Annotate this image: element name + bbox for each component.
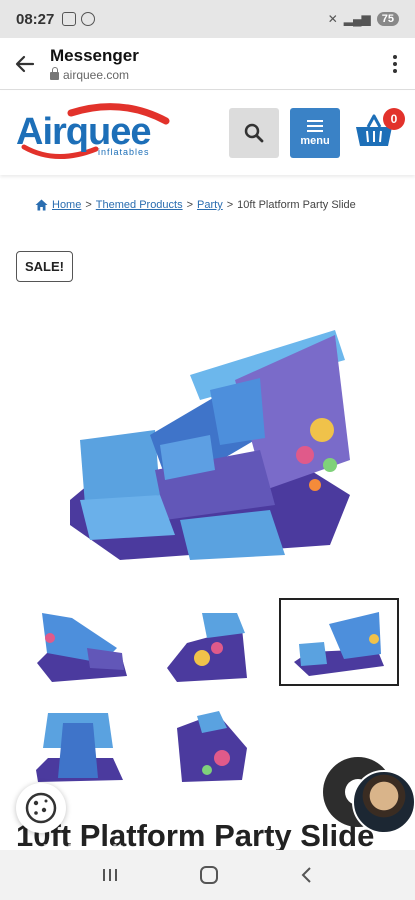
home-button-icon[interactable] — [199, 865, 219, 885]
recent-apps-icon[interactable] — [100, 867, 120, 883]
browser-app-bar: Messenger airquee.com — [0, 38, 415, 90]
signal-icon: ▂▄▆ — [343, 12, 371, 26]
lock-icon — [50, 67, 59, 80]
breadcrumb-separator: > — [186, 199, 194, 211]
system-icons: ✕ ▂▄▆ 75 — [328, 12, 399, 26]
menu-label: menu — [300, 134, 330, 147]
breadcrumb-home-link[interactable]: Home — [52, 199, 81, 211]
more-options-icon[interactable] — [375, 54, 415, 73]
status-time: 08:27 — [16, 10, 55, 28]
status-bar: 08:27 ✕ ▂▄▆ 75 — [0, 0, 415, 38]
mute-icon: ✕ — [327, 12, 338, 26]
hamburger-icon — [307, 119, 323, 132]
cart-count-badge: 0 — [383, 108, 405, 130]
cookie-icon — [25, 792, 57, 824]
product-thumbnail-4[interactable] — [18, 702, 138, 790]
home-icon — [35, 199, 48, 211]
browser-url-text: airquee.com — [63, 67, 130, 82]
search-button[interactable] — [229, 108, 279, 158]
browser-titles: Messenger airquee.com — [50, 46, 375, 82]
breadcrumb-separator: > — [85, 199, 92, 211]
site-header: Airquee inflatables menu 0 — [0, 91, 415, 175]
browser-url: airquee.com — [50, 67, 375, 82]
back-arrow-icon[interactable] — [0, 52, 50, 76]
cookie-settings-button[interactable] — [16, 783, 66, 833]
cart-button[interactable]: 0 — [354, 108, 405, 153]
main-product-image[interactable] — [60, 320, 360, 565]
product-thumbnail-5[interactable] — [147, 702, 267, 790]
menu-button[interactable]: menu — [290, 108, 340, 158]
notification-icons — [62, 12, 96, 26]
breadcrumb: Home > Themed Products > Party > 10ft Pl… — [35, 199, 356, 211]
android-nav-bar — [0, 850, 415, 900]
logo-tagline: inflatables — [98, 147, 150, 157]
breadcrumb-separator: > — [226, 199, 234, 211]
breadcrumb-current: 10ft Platform Party Slide — [237, 199, 356, 211]
product-thumbnail-2[interactable] — [147, 602, 267, 690]
browser-title: Messenger — [50, 45, 139, 65]
airquee-logo[interactable]: Airquee inflatables — [16, 103, 171, 161]
sale-badge: SALE! — [16, 251, 73, 282]
breadcrumb-party-link[interactable]: Party — [197, 199, 223, 211]
back-button-icon[interactable] — [299, 865, 315, 885]
breadcrumb-themed-link[interactable]: Themed Products — [96, 199, 183, 211]
messenger-icon — [81, 12, 96, 26]
search-icon — [244, 123, 264, 143]
chat-agent-avatar[interactable] — [352, 770, 415, 834]
battery-icon: 75 — [376, 12, 399, 26]
product-thumbnail-1[interactable] — [22, 602, 142, 690]
product-thumbnail-3-selected[interactable] — [279, 598, 399, 686]
screenshot-icon — [62, 12, 77, 26]
